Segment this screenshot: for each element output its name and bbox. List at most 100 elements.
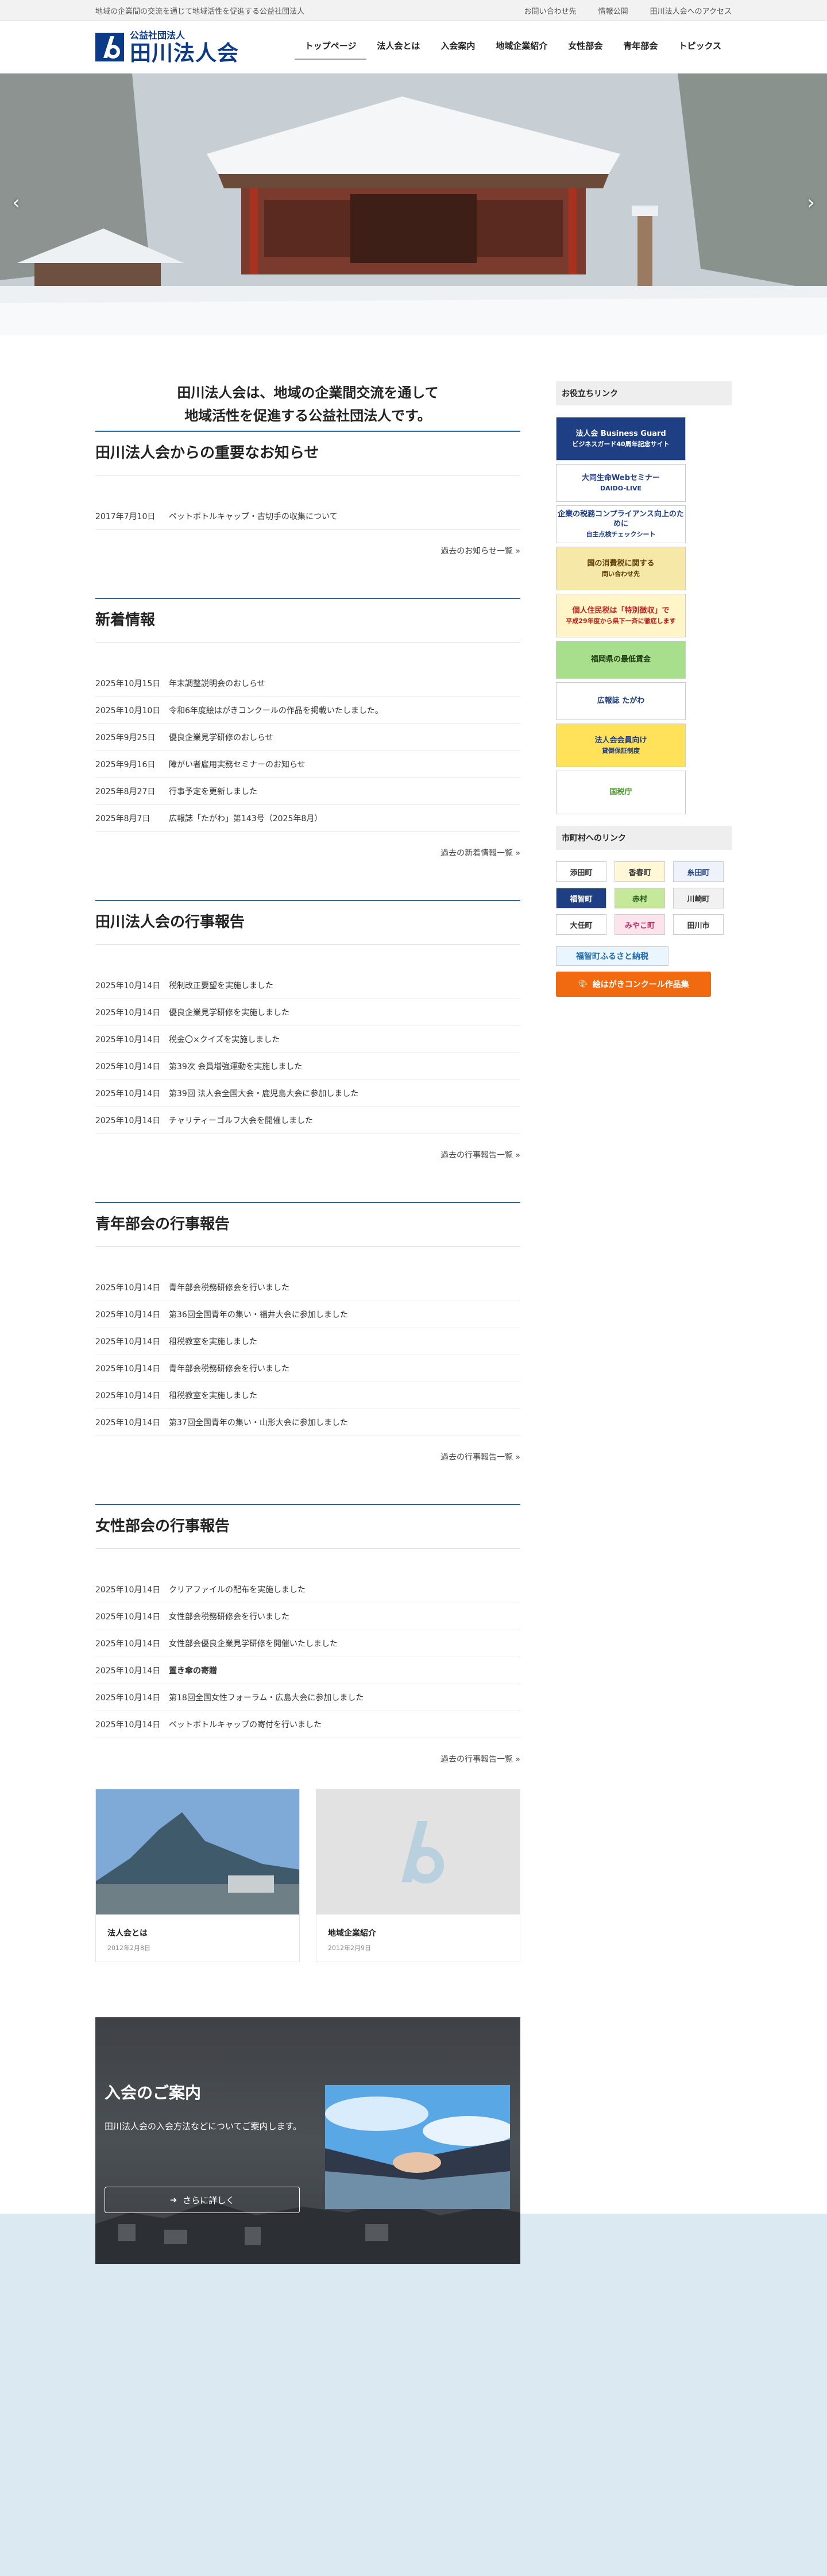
link-banner[interactable]: 個人住民税は「特別徴収」で 平成29年度から県下一斉に徹底します: [556, 594, 686, 637]
news-item[interactable]: 2025年10月14日 チャリティーゴルフ大会を開催しました: [95, 1107, 520, 1134]
banner-line2: 平成29年度から県下一斉に徹底します: [566, 617, 676, 625]
municipality-link[interactable]: 添田町: [556, 861, 606, 882]
more-link[interactable]: 過去の行事報告一覧 »: [440, 1453, 520, 1462]
nav-women[interactable]: 女性部会: [558, 35, 613, 60]
news-date: 2025年10月14日: [95, 1364, 161, 1374]
municipality-link[interactable]: 福智町: [556, 888, 606, 908]
news-item[interactable]: 2025年10月14日 第36回全国青年の集い・福井大会に参加しました: [95, 1301, 520, 1328]
more-link[interactable]: 過去の行事報告一覧 »: [440, 1755, 520, 1764]
news-item[interactable]: 2025年10月14日 青年部会税務研修会を行いました: [95, 1274, 520, 1301]
news-item[interactable]: 2025年10月14日 クリアファイルの配布を実施しました: [95, 1576, 520, 1603]
news-item[interactable]: 2025年10月14日 第39次 会員増強運動を実施しました: [95, 1053, 520, 1080]
news-item[interactable]: 2025年10月14日 置き傘の寄贈: [95, 1657, 520, 1684]
access-link[interactable]: 田川法人会へのアクセス: [650, 5, 732, 16]
news-title: 税制改正要望を実施しました: [169, 981, 273, 991]
nav-companies[interactable]: 地域企業紹介: [485, 35, 558, 60]
news-item[interactable]: 2025年8月27日 行事予定を更新しました: [95, 778, 520, 805]
card-title: 法人会とは: [107, 1929, 148, 1938]
municipality-link[interactable]: みやこ町: [615, 914, 665, 935]
card-image: [96, 1789, 299, 1914]
card-companies[interactable]: 地域企業紹介 2012年2月9日: [316, 1789, 520, 1962]
more-link[interactable]: 過去のお知らせ一覧 »: [440, 547, 520, 556]
municipality-link[interactable]: 赤村: [615, 888, 665, 908]
news-item[interactable]: 2025年10月14日 女性部会税務研修会を行いました: [95, 1603, 520, 1630]
banner-line1: 法人会会員向け: [594, 736, 647, 745]
news-item[interactable]: 2025年10月14日 ペットボトルキャップの寄付を行いました: [95, 1711, 520, 1738]
news-title: 青年部会税務研修会を行いました: [169, 1364, 289, 1374]
link-banner[interactable]: 広報誌 たがわ: [556, 682, 686, 720]
news-item[interactable]: 2025年9月25日 優良企業見学研修のおしらせ: [95, 724, 520, 751]
news-item[interactable]: 2025年10月14日 第18回全国女性フォーラム・広島大会に参加しました: [95, 1684, 520, 1711]
nav-join[interactable]: 入会案内: [430, 35, 485, 60]
municipality-link[interactable]: 大任町: [556, 914, 606, 935]
link-banner[interactable]: 法人会 Business Guard ビジネスガード40周年記念サイト: [556, 417, 686, 461]
nav-youth[interactable]: 青年部会: [613, 35, 668, 60]
news-title: 第37回全国青年の集い・山形大会に参加しました: [169, 1418, 348, 1428]
contact-link[interactable]: お問い合わせ先: [524, 5, 577, 16]
logo-title: 田川法人会: [130, 40, 239, 65]
news-date: 2025年10月14日: [95, 1720, 161, 1730]
section-title: 新着情報: [95, 612, 156, 629]
join-more-button[interactable]: ➜ さらに詳しく: [105, 2187, 300, 2213]
card-about[interactable]: 法人会とは 2012年2月8日: [95, 1789, 300, 1962]
more-link[interactable]: 過去の新着情報一覧 »: [440, 849, 520, 858]
news-item[interactable]: 2025年10月14日 女性部会優良企業見学研修を開催いたしました: [95, 1630, 520, 1657]
news-title: 優良企業見学研修を実施しました: [169, 1008, 289, 1018]
news-item[interactable]: 2025年9月16日 障がい者雇用実務セミナーのお知らせ: [95, 751, 520, 778]
ehagaki-button[interactable]: 🎨 絵はがきコンクール作品集: [556, 972, 711, 997]
disclosure-link[interactable]: 情報公開: [598, 5, 628, 16]
link-banner[interactable]: 大同生命Webセミナー DAIDO-LIVE: [556, 464, 686, 502]
municipality-link[interactable]: 糸田町: [673, 861, 724, 882]
more-link[interactable]: 過去の行事報告一覧 »: [440, 1151, 520, 1160]
news-item[interactable]: 2025年10月14日 青年部会税務研修会を行いました: [95, 1355, 520, 1382]
news-item[interactable]: 2025年10月15日 年末調整説明会のおしらせ: [95, 670, 520, 697]
furusato-banner[interactable]: 福智町ふるさと納税: [556, 946, 668, 966]
news-title: 広報誌「たがわ」第143号（2025年8月）: [169, 814, 323, 823]
news-item[interactable]: 2025年10月14日 租税教室を実施しました: [95, 1328, 520, 1355]
section-header: 田川法人会の行事報告: [95, 900, 520, 945]
nav-about[interactable]: 法人会とは: [366, 35, 430, 60]
news-date: 2025年9月25日: [95, 733, 156, 742]
municipality-link[interactable]: 川崎町: [673, 888, 724, 908]
page: 地域の企業間の交流を通じて地域活性を促進する公益社団法人 お問い合わせ先 情報公…: [0, 0, 827, 2264]
section-header: 女性部会の行事報告: [95, 1504, 520, 1549]
section-header: 青年部会の行事報告: [95, 1202, 520, 1247]
news-date: 2025年10月14日: [95, 1062, 161, 1072]
mountain-photo: [96, 1789, 299, 1914]
link-banner[interactable]: 国の消費税に関する 問い合わせ先: [556, 547, 686, 590]
nav-topics[interactable]: トピックス: [668, 35, 732, 60]
news-list: 2025年10月14日 青年部会税務研修会を行いました 2025年10月14日 第36…: [95, 1274, 520, 1436]
municipality-link[interactable]: 田川市: [673, 914, 724, 935]
banner-line2: DAIDO-LIVE: [600, 484, 642, 492]
hero-prev-button[interactable]: ‹: [5, 191, 28, 214]
card-title: 地域企業紹介: [328, 1929, 376, 1938]
ehagaki-label: 絵はがきコンクール作品集: [592, 980, 689, 989]
banner-line1: 国税庁: [609, 787, 632, 796]
news-item[interactable]: 2025年10月10日 令和6年度絵はがきコンクールの作品を掲載いたしました。: [95, 697, 520, 724]
card-date: 2012年2月9日: [328, 1944, 371, 1952]
news-item[interactable]: 2025年10月14日 租税教室を実施しました: [95, 1382, 520, 1409]
news-title: ペットボトルキャップの寄付を行いました: [169, 1720, 322, 1730]
link-banner[interactable]: 国税庁: [556, 771, 686, 814]
site-logo[interactable]: 公益社団法人 田川法人会: [95, 30, 239, 65]
news-item[interactable]: 2025年10月14日 税金〇×クイズを実施しました: [95, 1026, 520, 1053]
news-title: 女性部会税務研修会を行いました: [169, 1612, 289, 1622]
news-item[interactable]: 2025年10月14日 税制改正要望を実施しました: [95, 972, 520, 999]
news-date: 2025年10月14日: [95, 1035, 161, 1045]
link-banner[interactable]: 福岡県の最低賃金: [556, 641, 686, 679]
section-header: 新着情報: [95, 598, 520, 643]
hero-slider[interactable]: ‹ ›: [0, 74, 827, 335]
hero-next-button[interactable]: ›: [799, 191, 822, 214]
municipality-link[interactable]: 香春町: [615, 861, 665, 882]
link-banner[interactable]: 法人会会員向け 貸倒保証制度: [556, 724, 686, 767]
news-item[interactable]: 2025年8月7日 広報誌「たがわ」第143号（2025年8月）: [95, 805, 520, 832]
news-date: 2025年10月14日: [95, 1391, 161, 1401]
news-item[interactable]: 2025年10月14日 優良企業見学研修を実施しました: [95, 999, 520, 1026]
news-item[interactable]: 2025年10月14日 第37回全国青年の集い・山形大会に参加しました: [95, 1409, 520, 1436]
news-item[interactable]: 2025年10月14日 第39回 法人会全国大会・鹿児島大会に参加しました: [95, 1080, 520, 1107]
news-title: 第39回 法人会全国大会・鹿児島大会に参加しました: [169, 1089, 359, 1099]
link-banner[interactable]: 企業の税務コンプライアンス向上のために 自主点検チェックシート: [556, 505, 686, 543]
banner-line2: 貸倒保証制度: [602, 747, 640, 755]
nav-top[interactable]: トップページ: [294, 35, 367, 60]
news-item[interactable]: 2017年7月10日 ペットボトルキャップ・古切手の収集について: [95, 503, 520, 530]
